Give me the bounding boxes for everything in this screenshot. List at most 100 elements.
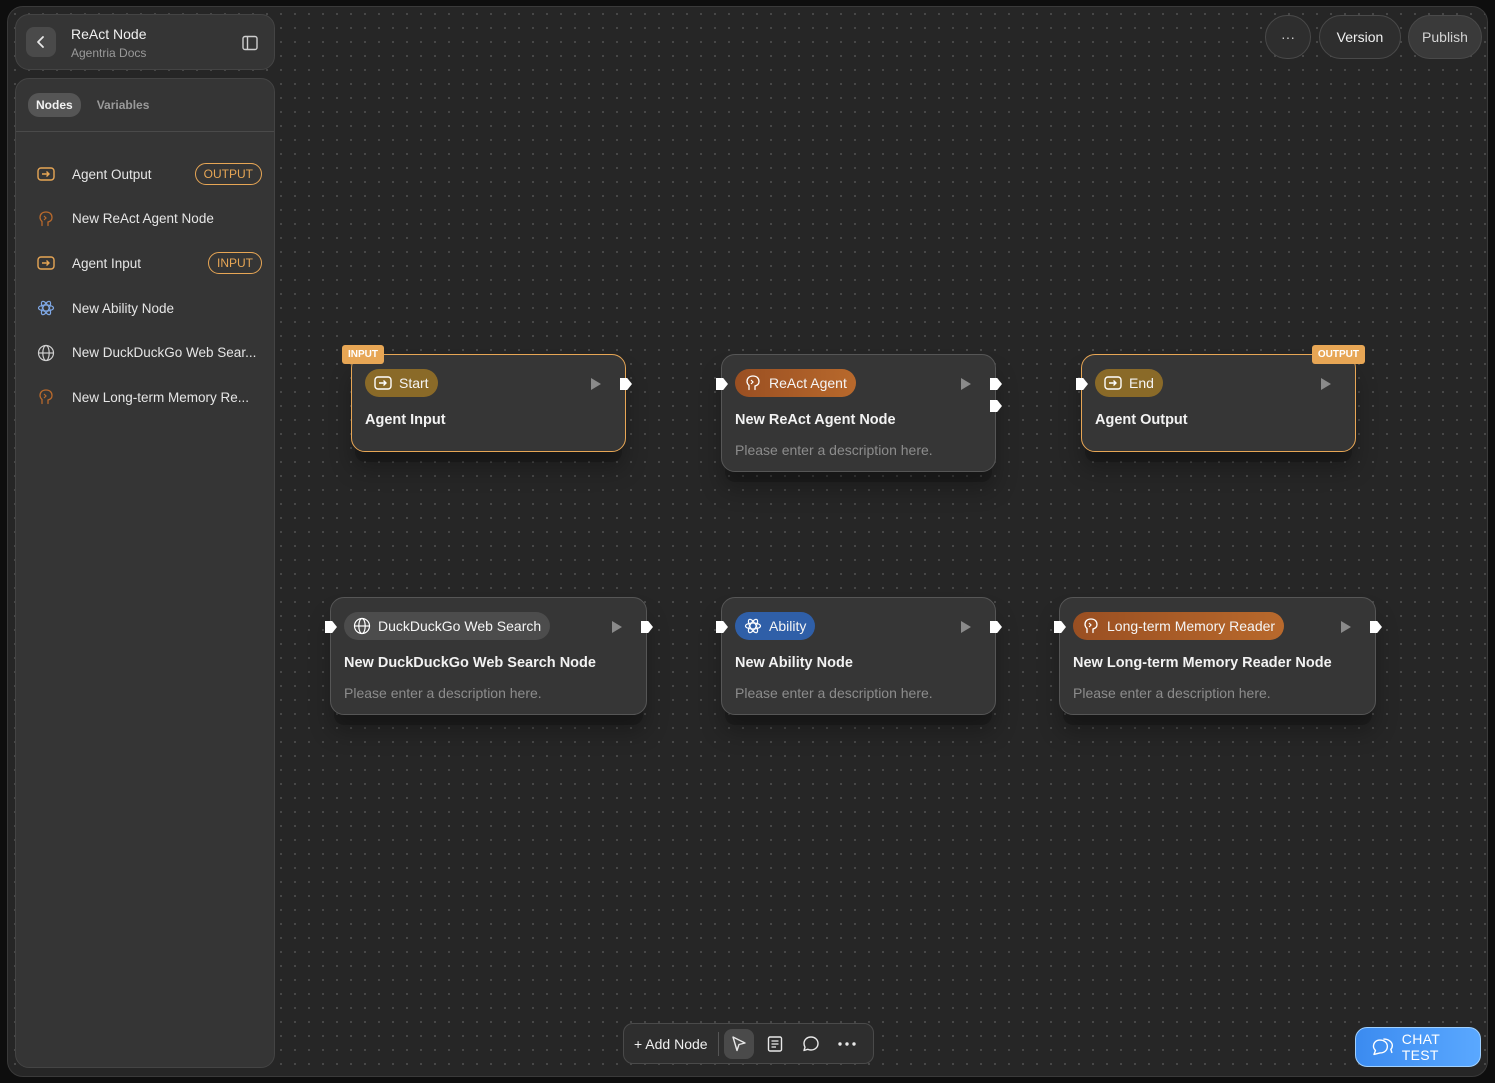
project-title: ReAct Node	[71, 26, 147, 42]
more-tools-button[interactable]	[832, 1029, 862, 1059]
output-port[interactable]	[641, 621, 653, 633]
node-title: Agent Input	[365, 412, 446, 428]
project-subtitle: Agentria Docs	[71, 46, 147, 60]
pointer-icon	[731, 1035, 746, 1051]
node-type-pill: Start	[365, 369, 438, 397]
output-port[interactable]	[620, 378, 632, 390]
input-port[interactable]	[325, 621, 337, 633]
output-port-secondary[interactable]	[990, 400, 1002, 412]
sidebar-item-label: Agent Input	[72, 255, 142, 271]
chat-test-button[interactable]: CHAT TEST	[1355, 1027, 1481, 1067]
chevron-left-icon	[37, 36, 44, 48]
node-title: New ReAct Agent Node	[735, 412, 896, 428]
node-type-label: Start	[399, 375, 429, 391]
node-description: Please enter a description here.	[735, 685, 933, 701]
run-icon[interactable]	[1341, 621, 1351, 633]
sidebar-item-label: New Ability Node	[72, 300, 175, 316]
sidebar-item-label: New DuckDuckGo Web Sear...	[72, 345, 257, 361]
atom-icon	[36, 298, 56, 318]
comment-icon	[802, 1035, 819, 1051]
brain-icon	[746, 375, 760, 391]
canvas[interactable]: ReAct Node Agentria Docs Nodes Variables…	[7, 6, 1488, 1077]
input-tag: INPUT	[342, 345, 384, 364]
io-icon	[36, 253, 56, 273]
duckduckgo-node[interactable]: DuckDuckGo Web Search New DuckDuckGo Web…	[325, 597, 653, 715]
back-button[interactable]	[26, 27, 56, 57]
project-header: ReAct Node Agentria Docs	[15, 14, 275, 70]
ellipsis-icon	[837, 1041, 856, 1046]
add-node-button[interactable]: + Add Node	[634, 1036, 708, 1052]
node-type-label: Ability	[769, 618, 807, 634]
node-type-pill: DuckDuckGo Web Search	[344, 612, 551, 640]
input-port[interactable]	[716, 621, 728, 633]
io-icon	[36, 164, 56, 184]
sidebar-item-react-agent[interactable]: New ReAct Agent Node	[16, 197, 274, 242]
node-title: New DuckDuckGo Web Search Node	[344, 655, 596, 671]
notes-tool-button[interactable]	[760, 1029, 790, 1059]
run-icon[interactable]	[1321, 378, 1331, 390]
output-port[interactable]	[990, 621, 1002, 633]
brain-icon	[36, 209, 56, 229]
output-badge: OUTPUT	[194, 163, 262, 185]
chat-icon	[1372, 1038, 1394, 1056]
globe-icon	[353, 617, 371, 635]
end-node[interactable]: OUTPUT End Agent Output	[1076, 345, 1365, 452]
node-type-label: End	[1129, 375, 1154, 391]
memory-reader-node[interactable]: Long-term Memory Reader New Long-term Me…	[1054, 597, 1382, 715]
node-type-label: DuckDuckGo Web Search	[378, 618, 542, 634]
tab-variables[interactable]: Variables	[89, 93, 158, 117]
sidebar-item-duckduckgo[interactable]: New DuckDuckGo Web Sear...	[16, 330, 274, 375]
start-node[interactable]: INPUT Start Agent Input	[342, 345, 632, 452]
output-tag: OUTPUT	[1311, 345, 1365, 364]
sidebar-item-agent-input[interactable]: Agent Input INPUT	[16, 241, 274, 286]
comment-tool-button[interactable]	[796, 1029, 826, 1059]
react-agent-node[interactable]: ReAct Agent New ReAct Agent Node Please …	[716, 354, 1002, 472]
node-description: Please enter a description here.	[344, 685, 542, 701]
node-description: Please enter a description here.	[735, 442, 933, 458]
sidebar-item-agent-output[interactable]: Agent Output OUTPUT	[16, 152, 274, 197]
select-tool-button[interactable]	[723, 1028, 754, 1059]
input-badge: INPUT	[208, 252, 262, 275]
node-type-label: ReAct Agent	[769, 375, 847, 391]
node-type-pill: Long-term Memory Reader	[1073, 612, 1285, 640]
node-list: Agent Output OUTPUT New ReAct Agent Node…	[16, 132, 274, 420]
node-title: New Ability Node	[735, 655, 853, 671]
io-icon	[1104, 376, 1122, 390]
node-sidebar: Nodes Variables Agent Output OUTPUT New …	[15, 78, 275, 1068]
io-icon	[374, 376, 392, 390]
sidebar-item-memory-reader[interactable]: New Long-term Memory Re...	[16, 375, 274, 420]
brain-icon	[1084, 618, 1098, 634]
output-port[interactable]	[1370, 621, 1382, 633]
node-type-pill: ReAct Agent	[735, 369, 856, 397]
node-type-pill: End	[1095, 369, 1163, 397]
input-port[interactable]	[1076, 378, 1088, 390]
node-type-label: Long-term Memory Reader	[1107, 618, 1276, 634]
ability-node[interactable]: Ability New Ability Node Please enter a …	[716, 597, 1002, 715]
run-icon[interactable]	[591, 378, 601, 390]
toolbar-divider	[717, 1031, 719, 1056]
sidebar-item-label: New ReAct Agent Node	[72, 211, 214, 227]
document-icon	[767, 1035, 782, 1052]
sidebar-item-label: Agent Output	[72, 166, 152, 182]
more-options-button[interactable]: ···	[1265, 15, 1311, 59]
input-port[interactable]	[716, 378, 728, 390]
chat-test-label: CHAT TEST	[1401, 1031, 1440, 1063]
tab-nodes[interactable]: Nodes	[28, 93, 81, 117]
input-port[interactable]	[1054, 621, 1066, 633]
brain-icon	[36, 387, 56, 407]
run-icon[interactable]	[961, 621, 971, 633]
run-icon[interactable]	[961, 378, 971, 390]
atom-icon	[744, 618, 762, 634]
sidebar-item-ability[interactable]: New Ability Node	[16, 286, 274, 331]
version-button[interactable]: Version	[1319, 15, 1401, 59]
output-port[interactable]	[990, 378, 1002, 390]
globe-icon	[36, 343, 56, 363]
sidebar-toggle-icon[interactable]	[241, 34, 259, 52]
publish-button[interactable]: Publish	[1408, 15, 1482, 59]
node-type-pill: Ability	[735, 612, 816, 640]
node-title: New Long-term Memory Reader Node	[1073, 655, 1332, 671]
node-title: Agent Output	[1095, 412, 1188, 428]
node-description: Please enter a description here.	[1073, 685, 1271, 701]
run-icon[interactable]	[612, 621, 622, 633]
sidebar-tabs: Nodes Variables	[16, 79, 274, 132]
